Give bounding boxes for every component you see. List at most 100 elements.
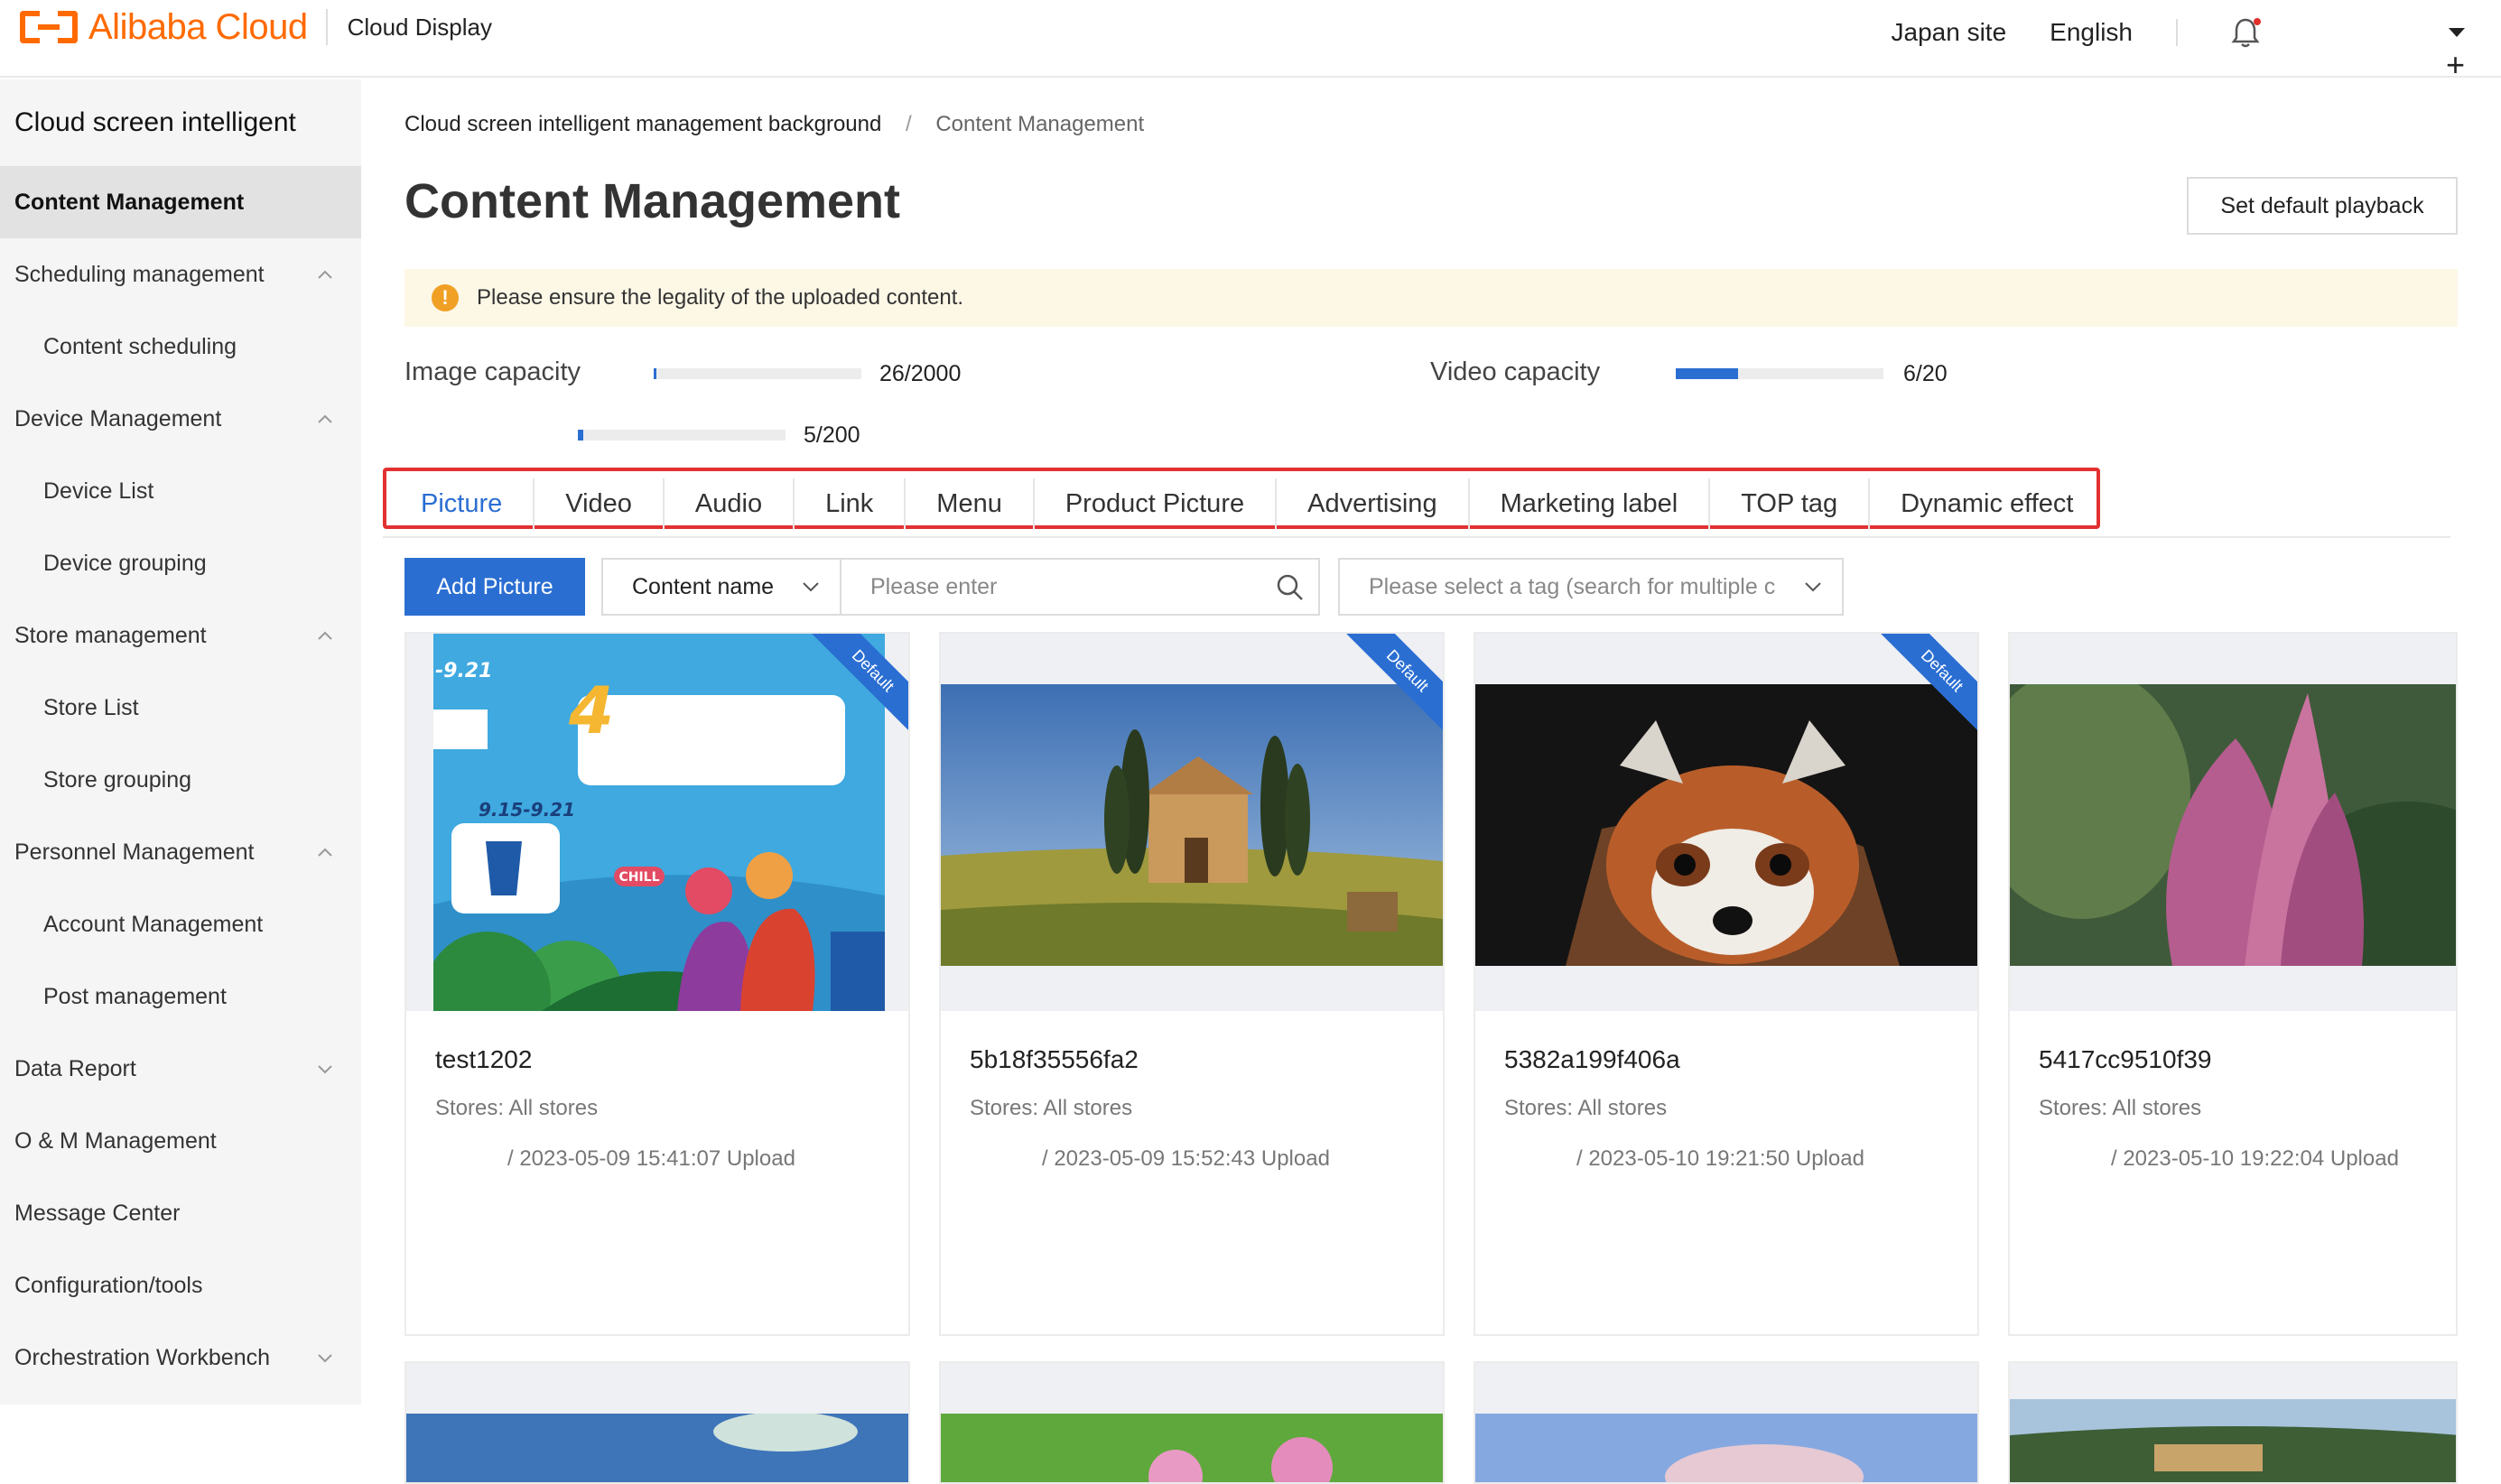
site-selector[interactable]: Japan site — [1892, 18, 2007, 47]
chevron-down-icon — [803, 582, 819, 592]
village-landscape-image — [2010, 1399, 2456, 1482]
content-field-select-value: Content name — [632, 573, 775, 599]
poster-date-range-text: 9.15-9.21 — [479, 799, 575, 821]
content-thumbnail — [1475, 1363, 1977, 1482]
sidebar-item-scheduling-management[interactable]: Scheduling management — [0, 238, 361, 311]
content-stores: Stores: All stores — [435, 1096, 599, 1120]
search-placeholder: Please enter — [870, 573, 998, 599]
tab-advertising[interactable]: Advertising — [1277, 478, 1470, 529]
chapel-landscape-image — [941, 684, 1443, 966]
search-icon[interactable] — [1275, 572, 1306, 603]
sidebar-item-account-management[interactable]: Account Management — [0, 888, 361, 960]
content-thumbnail: Default — [941, 634, 1443, 1011]
content-card[interactable] — [939, 1361, 1445, 1484]
content-field-select[interactable]: Content name — [601, 558, 841, 616]
video-capacity-bar — [1676, 368, 1883, 379]
lotus-field-image — [941, 1414, 1443, 1482]
tab-video[interactable]: Video — [535, 478, 665, 529]
brand-name: Alibaba Cloud — [88, 6, 308, 47]
sidebar-item-personnel-management[interactable]: Personnel Management — [0, 816, 361, 888]
content-card[interactable]: 5417cc9510f39 Stores: All stores / 2023-… — [2008, 632, 2458, 1336]
content-card[interactable] — [404, 1361, 910, 1484]
tag-select[interactable]: Please select a tag (search for multiple… — [1338, 558, 1844, 616]
tab-picture[interactable]: Picture — [390, 478, 535, 529]
product-name: Cloud Display — [347, 13, 492, 41]
sidebar-item-post-management[interactable]: Post management — [0, 960, 361, 1033]
set-default-playback-button[interactable]: Set default playback — [2187, 177, 2458, 235]
sidebar-item-store-list[interactable]: Store List — [0, 672, 361, 744]
poster-chill-text: CHILL — [618, 870, 659, 885]
header-divider — [2176, 19, 2178, 46]
sidebar-item-data-report[interactable]: Data Report — [0, 1033, 361, 1105]
secondary-capacity-bar — [578, 430, 786, 441]
secondary-capacity-fill — [578, 430, 583, 441]
tab-dynamic-effect[interactable]: Dynamic effect — [1870, 478, 2104, 529]
sidebar-item-label: Scheduling management — [14, 261, 265, 287]
content-stores: Stores: All stores — [970, 1096, 1133, 1120]
content-card[interactable] — [1474, 1361, 1979, 1484]
warning-icon: ! — [432, 284, 459, 311]
content-thumbnail — [2010, 1363, 2456, 1482]
content-type-tabs: Picture Video Audio Link Menu Product Pi… — [383, 468, 2450, 538]
logo-divider — [325, 9, 328, 45]
content-card[interactable]: CHILL -9.21 4 9.15-9.21 Default test1202… — [404, 632, 910, 1336]
sidebar-item-content-management[interactable]: Content Management — [0, 166, 361, 238]
sidebar-item-label: Data Report — [14, 1055, 136, 1081]
sidebar-item-label: Personnel Management — [14, 839, 255, 865]
lotus-bud-image — [2010, 684, 2456, 966]
chevron-up-icon — [318, 414, 332, 423]
content-thumbnail: Default — [1475, 634, 1977, 1011]
sidebar-item-device-grouping[interactable]: Device grouping — [0, 527, 361, 599]
content-stores: Stores: All stores — [1504, 1096, 1668, 1120]
sidebar-item-content-scheduling[interactable]: Content scheduling — [0, 311, 361, 383]
sidebar-item-label: Orchestration Workbench — [14, 1344, 270, 1370]
sidebar-item-orchestration-workbench[interactable]: Orchestration Workbench — [0, 1322, 361, 1394]
content-name: 5382a199f406a — [1504, 1045, 1680, 1073]
tab-marketing-label[interactable]: Marketing label — [1470, 478, 1711, 529]
notification-bell-icon[interactable] — [2230, 16, 2261, 49]
notice-text: Please ensure the legality of the upload… — [477, 285, 964, 310]
top-bar: Alibaba Cloud Cloud Display Japan site E… — [0, 0, 2501, 81]
tab-menu[interactable]: Menu — [906, 478, 1035, 529]
content-upload-time: / 2023-05-10 19:22:04 Upload — [2111, 1146, 2399, 1171]
tab-product-picture[interactable]: Product Picture — [1035, 478, 1278, 529]
content-upload-time: / 2023-05-09 15:41:07 Upload — [507, 1146, 795, 1171]
video-capacity-fill — [1676, 368, 1738, 379]
secondary-capacity-value: 5/200 — [804, 422, 860, 448]
add-picture-button[interactable]: Add Picture — [404, 558, 585, 616]
sidebar-title: Cloud screen intelligent — [14, 107, 296, 137]
image-capacity-label: Image capacity — [404, 357, 581, 386]
notification-dot — [2254, 18, 2261, 25]
tab-link[interactable]: Link — [795, 478, 906, 529]
sidebar-item-device-list[interactable]: Device List — [0, 455, 361, 527]
image-capacity-value: 26/2000 — [879, 361, 962, 386]
content-card[interactable]: Default 5382a199f406a Stores: All stores… — [1474, 632, 1979, 1336]
sidebar-item-store-grouping[interactable]: Store grouping — [0, 744, 361, 816]
content-card[interactable] — [2008, 1361, 2458, 1484]
sky-image — [406, 1414, 908, 1482]
language-selector[interactable]: English — [2050, 18, 2133, 47]
content-name: 5417cc9510f39 — [2039, 1045, 2212, 1073]
tab-audio[interactable]: Audio — [665, 478, 795, 529]
content-thumbnail — [941, 1363, 1443, 1482]
breadcrumb-root[interactable]: Cloud screen intelligent management back… — [404, 112, 881, 136]
content-name: 5b18f35556fa2 — [970, 1045, 1139, 1073]
content-card[interactable]: Default 5b18f35556fa2 Stores: All stores… — [939, 632, 1445, 1336]
sidebar-item-device-management[interactable]: Device Management — [0, 383, 361, 455]
sidebar-item-configuration-tools[interactable]: Configuration/tools — [0, 1249, 361, 1322]
sidebar-item-message-center[interactable]: Message Center — [0, 1177, 361, 1249]
search-input[interactable]: Please enter — [841, 558, 1320, 616]
logo[interactable]: Alibaba Cloud Cloud Display — [20, 7, 492, 47]
tab-top-tag[interactable]: TOP tag — [1710, 478, 1871, 529]
sidebar-item-store-management[interactable]: Store management — [0, 599, 361, 672]
plus-icon[interactable]: + — [2446, 49, 2465, 81]
poster-date-text: -9.21 — [435, 660, 492, 682]
image-capacity-bar — [654, 368, 861, 379]
legality-notice: ! Please ensure the legality of the uplo… — [404, 269, 2458, 327]
sidebar-item-label: Store management — [14, 622, 207, 648]
sidebar-item-om-management[interactable]: O & M Management — [0, 1105, 361, 1177]
poster-number-text: 4 — [568, 672, 614, 748]
account-dropdown-icon[interactable] — [2449, 28, 2465, 37]
tag-select-placeholder: Please select a tag (search for multiple… — [1369, 573, 1776, 599]
video-capacity-label: Video capacity — [1430, 357, 1601, 386]
